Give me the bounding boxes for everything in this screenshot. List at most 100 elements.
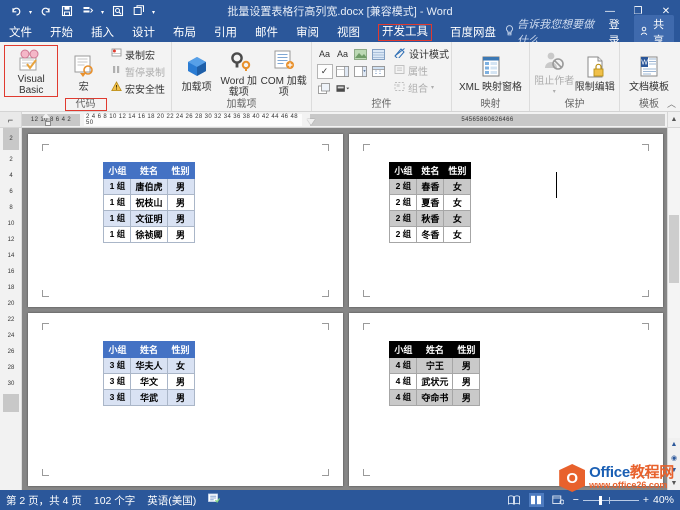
table-header-cell[interactable]: 性别 — [452, 340, 481, 358]
table-cell[interactable]: 1 组 — [103, 209, 132, 227]
table-row[interactable]: 1 组徐祯卿男 — [103, 225, 195, 243]
table-row[interactable]: 1 组祝枝山男 — [103, 193, 195, 211]
table-cell[interactable]: 宁王 — [416, 356, 454, 374]
table-cell[interactable]: 文征明 — [130, 209, 168, 227]
table-cell[interactable]: 2 组 — [389, 193, 418, 211]
table-row[interactable]: 2 组冬香女 — [389, 225, 472, 243]
picture-control-icon[interactable] — [353, 47, 369, 62]
touch-mouse-mode-icon[interactable] — [78, 2, 97, 20]
table-cell[interactable]: 唐伯虎 — [130, 177, 168, 195]
tab-baidu-netdisk[interactable]: 百度网盘 — [441, 22, 505, 42]
first-line-indent-marker[interactable] — [42, 113, 50, 118]
vertical-ruler[interactable]: 2 2 4 6 8 10 12 14 16 18 20 22 24 26 28 30 — [0, 128, 22, 490]
customize-quick-access-icon[interactable] — [129, 2, 148, 20]
table-cell[interactable]: 4 组 — [389, 372, 418, 390]
right-indent-marker[interactable] — [307, 119, 315, 125]
table-header-cell[interactable]: 姓名 — [130, 161, 168, 179]
tab-home[interactable]: 开始 — [41, 22, 82, 42]
macro-security-button[interactable]: 宏安全性 — [109, 81, 167, 96]
date-picker-control-icon[interactable] — [371, 64, 387, 79]
document-canvas[interactable]: 小组 姓名 性别 1 组唐伯虎男 1 组祝枝山男 1 组文征明男 1 组徐祯卿男小组 姓名 性别… — [22, 128, 667, 490]
table-header-cell[interactable]: 小组 — [103, 161, 132, 179]
document-table[interactable]: 小组 姓名 性别 3 组华夫人女 3 组华文男 3 组华武男 — [103, 340, 195, 406]
tab-stop-selector[interactable]: ⌐ — [0, 112, 22, 127]
document-page[interactable]: 小组 姓名 性别 4 组宁王男 4 组武状元男 4 组夺命书男 — [348, 313, 663, 486]
table-header-cell[interactable]: 小组 — [389, 340, 418, 358]
document-template-button[interactable]: W 文档模板 — [624, 50, 674, 93]
table-cell[interactable]: 男 — [166, 209, 195, 227]
tab-view[interactable]: 视图 — [328, 22, 369, 42]
web-layout-button[interactable] — [551, 493, 566, 507]
table-cell[interactable]: 2 组 — [389, 225, 418, 243]
table-cell[interactable]: 女 — [443, 225, 472, 243]
table-cell[interactable]: 男 — [166, 225, 195, 243]
tab-review[interactable]: 审阅 — [287, 22, 328, 42]
table-header-cell[interactable]: 小组 — [103, 340, 132, 358]
print-preview-icon[interactable] — [108, 2, 127, 20]
table-cell[interactable]: 2 组 — [389, 177, 418, 195]
save-icon[interactable] — [57, 2, 76, 20]
table-cell[interactable]: 2 组 — [389, 209, 418, 227]
proofing-errors-icon[interactable] — [208, 493, 221, 507]
qat-more-icon[interactable]: ▾ — [150, 2, 157, 20]
restrict-editing-button[interactable]: 限制编辑 — [575, 50, 616, 93]
table-cell[interactable]: 夺命书 — [416, 388, 454, 406]
visual-basic-button[interactable]: Visual Basic — [4, 45, 59, 97]
macro-button[interactable]: 宏 — [61, 50, 106, 93]
table-cell[interactable]: 女 — [443, 177, 472, 195]
scroll-up-arrow[interactable]: ▲ — [667, 112, 680, 127]
table-cell[interactable]: 祝枝山 — [130, 193, 168, 211]
table-row[interactable]: 2 组秋香女 — [389, 209, 472, 227]
plain-text-control-icon[interactable]: Aa — [335, 47, 351, 62]
table-cell[interactable]: 秋香 — [416, 209, 445, 227]
table-cell[interactable]: 女 — [443, 209, 472, 227]
table-cell[interactable]: 3 组 — [103, 372, 132, 390]
table-cell[interactable]: 3 组 — [103, 356, 132, 374]
table-cell[interactable]: 夏香 — [416, 193, 445, 211]
legacy-tools-icon[interactable] — [335, 81, 351, 96]
group-dropdown-icon[interactable]: ▾ — [431, 84, 434, 91]
table-cell[interactable]: 冬香 — [416, 225, 445, 243]
table-header-cell[interactable]: 性别 — [443, 161, 472, 179]
table-cell[interactable]: 男 — [166, 177, 195, 195]
document-table[interactable]: 小组 姓名 性别 1 组唐伯虎男 1 组祝枝山男 1 组文征明男 1 组徐祯卿男 — [103, 161, 195, 243]
dropdown-list-control-icon[interactable] — [353, 64, 369, 79]
table-cell[interactable]: 男 — [452, 388, 481, 406]
table-row[interactable]: 2 组夏香女 — [389, 193, 472, 211]
table-cell[interactable]: 男 — [166, 372, 195, 390]
document-page[interactable]: 小组 姓名 性别 1 组唐伯虎男 1 组祝枝山男 1 组文征明男 1 组徐祯卿男 — [28, 134, 343, 307]
tab-file[interactable]: 文件 — [0, 22, 41, 42]
tab-layout[interactable]: 布局 — [164, 22, 205, 42]
table-row[interactable]: 3 组华夫人女 — [103, 356, 195, 374]
document-table[interactable]: 小组 姓名 性别 2 组春香女 2 组夏香女 2 组秋香女 2 组冬香女 — [389, 161, 472, 243]
redo-icon[interactable] — [36, 2, 55, 20]
table-cell[interactable]: 男 — [166, 388, 195, 406]
design-mode-button[interactable]: 设计模式 — [392, 46, 451, 61]
scrollbar-track[interactable] — [668, 128, 680, 438]
table-cell[interactable]: 男 — [166, 193, 195, 211]
table-cell[interactable]: 1 组 — [103, 225, 132, 243]
table-cell[interactable]: 1 组 — [103, 193, 132, 211]
table-cell[interactable]: 华文 — [130, 372, 168, 390]
table-row[interactable]: 3 组华文男 — [103, 372, 195, 390]
table-header-cell[interactable]: 性别 — [166, 161, 195, 179]
tab-insert[interactable]: 插入 — [82, 22, 123, 42]
table-cell[interactable]: 3 组 — [103, 388, 132, 406]
rich-text-control-icon[interactable]: Aa — [317, 47, 333, 62]
print-layout-button[interactable] — [528, 493, 544, 507]
touch-mode-dropdown-icon[interactable]: ▾ — [99, 2, 106, 20]
language-indicator[interactable]: 英语(美国) — [147, 493, 196, 508]
combo-box-control-icon[interactable] — [335, 64, 351, 79]
table-cell[interactable]: 春香 — [416, 177, 445, 195]
document-page[interactable]: 小组 姓名 性别 2 组春香女 2 组夏香女 2 组秋香女 2 组冬香女 — [348, 134, 663, 307]
table-cell[interactable]: 4 组 — [389, 356, 418, 374]
word-add-ins-button[interactable]: Word 加载项 — [218, 44, 259, 98]
read-mode-button[interactable] — [507, 493, 522, 507]
table-cell[interactable]: 徐祯卿 — [130, 225, 168, 243]
zoom-out-button[interactable]: − — [573, 494, 579, 506]
table-row[interactable]: 3 组华武男 — [103, 388, 195, 406]
table-row[interactable]: 1 组唐伯虎男 — [103, 177, 195, 195]
table-cell[interactable]: 女 — [166, 356, 195, 374]
tab-developer[interactable]: 开发工具 — [369, 22, 441, 42]
zoom-in-button[interactable]: + — [643, 494, 649, 506]
